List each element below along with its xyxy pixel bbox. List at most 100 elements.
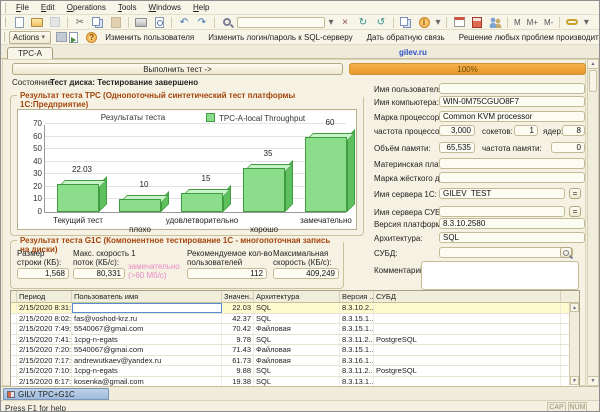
table-row[interactable]: 2/15/2020 7:20:...5540067@gmai.com71.43Ф… — [11, 345, 579, 356]
column-header-6[interactable]: СУБД — [374, 291, 561, 302]
actions-button[interactable]: Actions ▾ — [9, 31, 51, 44]
export-icon[interactable] — [69, 31, 78, 44]
undo-icon[interactable]: ↶ — [176, 16, 192, 29]
memory-minus-button[interactable]: M- — [541, 17, 556, 28]
form-scrollbar[interactable]: ▲ ▼ — [587, 59, 599, 386]
max-speed-field[interactable] — [273, 268, 339, 279]
paste-icon[interactable] — [108, 16, 124, 29]
help-icon[interactable]: ? — [86, 31, 97, 44]
info-dropdown-icon[interactable]: ▾ — [434, 16, 442, 29]
chart-bar-2: 15 — [181, 193, 223, 212]
clear-search-icon[interactable]: × — [337, 16, 353, 29]
action-link-2[interactable]: Дать обратную связь — [367, 33, 445, 42]
menu-item-help[interactable]: Help — [187, 2, 215, 13]
run-test-button[interactable]: Выполнить тест -> — [12, 63, 343, 75]
table-cell: 8.3.16.1... — [340, 356, 374, 366]
column-header-4[interactable]: Архитектура — [254, 291, 340, 302]
table-cell — [374, 324, 561, 334]
memory-field[interactable] — [439, 142, 475, 153]
bar-value-label: 35 — [239, 149, 297, 158]
table-row[interactable]: 2/15/2020 7:41:...1cpg-n-egats9.78SQL8.3… — [11, 335, 579, 346]
info-icon[interactable]: i — [416, 16, 432, 29]
cpu-brand-field[interactable] — [439, 111, 585, 122]
menu-item-edit[interactable]: Edit — [35, 2, 61, 13]
table-cell: 2/15/2020 8:02:... — [17, 314, 72, 324]
new-document-icon[interactable] — [11, 16, 27, 29]
search-icon[interactable] — [219, 16, 235, 29]
table-row[interactable]: 2/15/2020 8:31:...22.03SQL8.3.10.2... — [11, 303, 579, 314]
column-header-5[interactable]: Версия ... — [340, 291, 374, 302]
menu-item-file[interactable]: File — [10, 2, 35, 13]
user-name-field[interactable] — [439, 83, 585, 94]
gilev-site-link[interactable]: gilev.ru — [399, 48, 427, 57]
comment-field[interactable] — [421, 261, 579, 290]
hdd-brand-field[interactable] — [439, 172, 585, 183]
table-cell: 9.88 — [222, 366, 254, 376]
table-cell: andrewutkaev@yandex.ru — [72, 356, 222, 366]
key-icon[interactable] — [564, 16, 580, 29]
table-scrollbar[interactable]: ▲ ▼ — [569, 303, 579, 385]
dbms-field[interactable] — [439, 247, 573, 258]
platform-version-field[interactable] — [439, 218, 585, 229]
tab-strip: TPC-A gilev.ru — [1, 45, 599, 59]
cut-icon[interactable]: ✂ — [72, 16, 88, 29]
update-icon[interactable] — [56, 31, 67, 44]
action-link-3[interactable]: Решение любых проблем производительности… — [459, 33, 600, 42]
recommended-users-field[interactable] — [187, 268, 267, 279]
caps-lock-indicator: CAP — [547, 402, 566, 412]
search-input[interactable] — [237, 17, 325, 28]
motherboard-field[interactable] — [439, 158, 585, 169]
server-dbms-field[interactable] — [439, 206, 565, 217]
table-row[interactable]: 2/15/2020 7:10:...1cpg-n-egats9.88SQL8.3… — [11, 366, 579, 377]
row-size-field[interactable] — [17, 268, 69, 279]
menu-item-tools[interactable]: Tools — [112, 2, 143, 13]
dbms-lookup-button[interactable] — [560, 247, 572, 258]
tab-tpc-a[interactable]: TPC-A — [7, 47, 53, 59]
print-preview-icon[interactable] — [151, 16, 167, 29]
print-icon[interactable] — [133, 16, 149, 29]
scroll-down-icon[interactable]: ▼ — [588, 376, 598, 385]
toolbar-grip — [3, 17, 6, 27]
window-tab-gilv[interactable]: GILV TPC+G1C — [3, 388, 109, 400]
memory-plus-button[interactable]: M+ — [524, 17, 541, 28]
table-row[interactable]: 2/15/2020 7:17:...andrewutkaev@yandex.ru… — [11, 356, 579, 367]
calendar-icon[interactable] — [451, 16, 467, 29]
architecture-field[interactable] — [439, 232, 585, 243]
cores-field[interactable] — [562, 125, 585, 136]
copy-window-icon[interactable] — [398, 16, 414, 29]
server-1c-equals-button[interactable]: = — [569, 188, 581, 199]
search-dropdown-icon[interactable]: ▾ — [327, 16, 335, 29]
memory-freq-field[interactable] — [551, 142, 585, 153]
column-header-2[interactable]: Пользователь имя — [72, 291, 222, 302]
toolbar-separator — [67, 17, 68, 28]
server-1c-field[interactable] — [439, 188, 565, 199]
open-folder-icon[interactable] — [29, 16, 45, 29]
save-icon[interactable] — [47, 16, 63, 29]
memory-button[interactable]: M — [511, 17, 524, 28]
table-row[interactable]: 2/15/2020 8:02:...fas@voshod-krz.ru42.37… — [11, 314, 579, 325]
action-link-1[interactable]: Изменить логин/пароль к SQL-серверу — [208, 33, 352, 42]
table-row[interactable]: 2/15/2020 7:49:...5540067@gmai.com70.42Ф… — [11, 324, 579, 335]
find-next-icon[interactable]: ↻ — [355, 16, 371, 29]
menu-item-operations[interactable]: Operations — [61, 2, 112, 13]
scroll-down-icon[interactable]: ▼ — [570, 376, 579, 385]
scrollbar-thumb[interactable] — [589, 70, 597, 92]
find-previous-icon[interactable]: ↺ — [373, 16, 389, 29]
key-dropdown-icon[interactable]: ▾ — [582, 16, 590, 29]
main-toolbar: ✂↶↷▾×↻↺i▾MM+M-▾ — [1, 15, 599, 30]
computer-name-field[interactable] — [439, 96, 585, 107]
action-link-0[interactable]: Изменить пользователя — [105, 33, 194, 42]
redo-icon[interactable]: ↷ — [194, 16, 210, 29]
max-speed-thread-field[interactable] — [73, 268, 125, 279]
sockets-field[interactable] — [514, 125, 538, 136]
calculator-icon[interactable] — [469, 16, 485, 29]
column-header-3[interactable]: Значен... — [222, 291, 254, 302]
column-header-1[interactable]: Период — [17, 291, 72, 302]
users-icon[interactable] — [487, 16, 503, 29]
server-dbms-equals-button[interactable]: = — [569, 206, 581, 217]
menu-item-windows[interactable]: Windows — [143, 2, 187, 13]
copy-icon[interactable] — [90, 16, 106, 29]
scroll-up-icon[interactable]: ▲ — [570, 303, 579, 312]
scroll-up-icon[interactable]: ▲ — [588, 60, 598, 69]
cpu-freq-field[interactable] — [439, 125, 475, 136]
